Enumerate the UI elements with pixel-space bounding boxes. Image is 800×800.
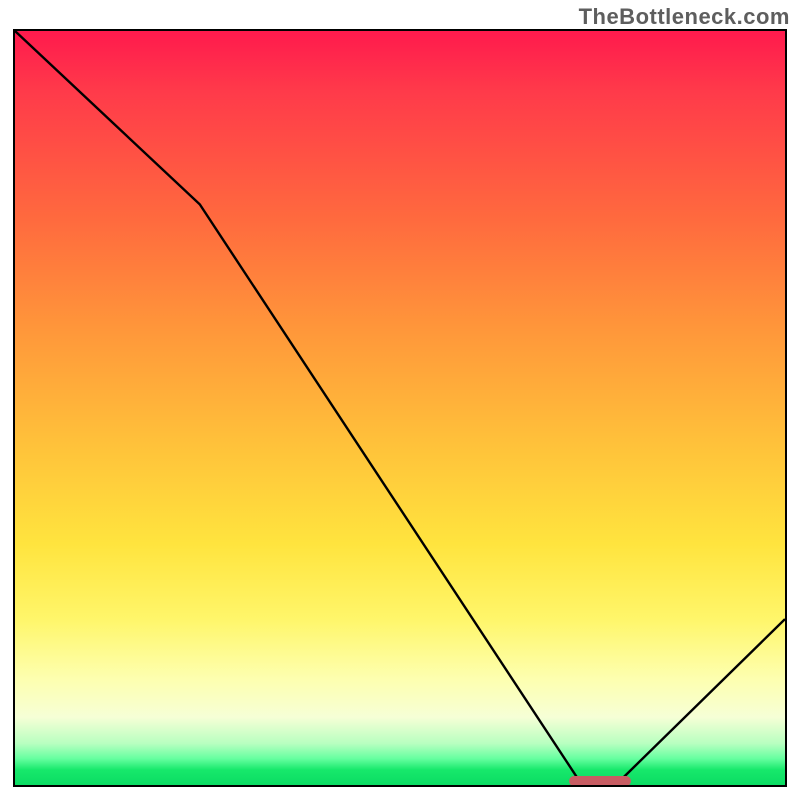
optimal-range-marker: [569, 776, 631, 786]
bottleneck-curve-line: [15, 31, 785, 778]
watermark-text: TheBottleneck.com: [579, 4, 790, 30]
plot-area: [13, 29, 787, 787]
chart-figure: TheBottleneck.com: [0, 0, 800, 800]
bottleneck-curve-svg: [15, 31, 785, 785]
